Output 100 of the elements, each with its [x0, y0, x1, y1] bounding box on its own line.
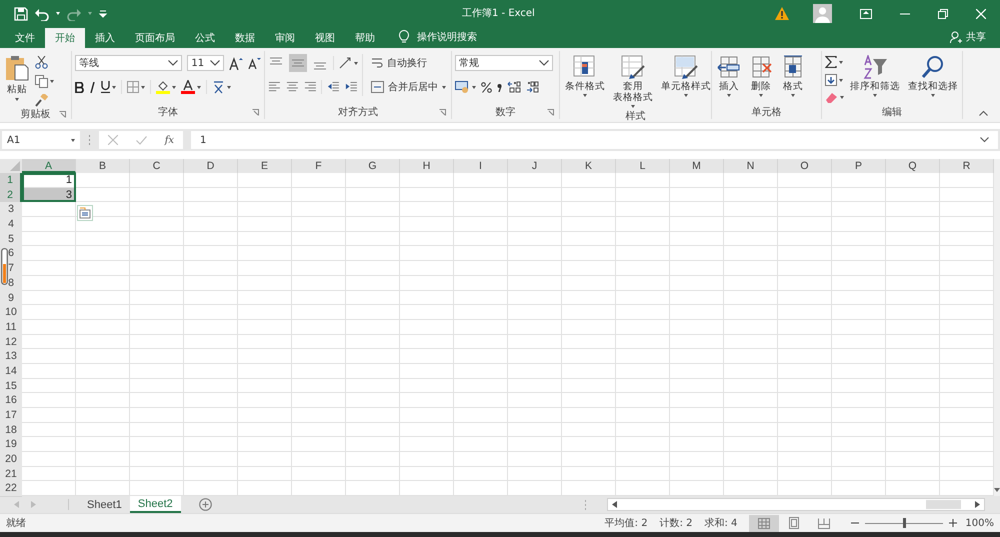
restore-icon[interactable]: [938, 8, 948, 18]
grow-font-icon[interactable]: [229, 56, 244, 70]
horizontal-scrollbar[interactable]: [607, 498, 985, 511]
decrease-indent-icon[interactable]: [327, 81, 340, 93]
dialog-launcher-icon[interactable]: [252, 109, 259, 116]
expand-icon[interactable]: [980, 137, 989, 143]
column-header[interactable]: P: [832, 159, 886, 173]
column-header[interactable]: L: [616, 159, 670, 173]
increase-indent-icon[interactable]: [345, 81, 358, 93]
row-header[interactable]: 22: [0, 481, 22, 498]
warning-icon[interactable]: [775, 7, 789, 20]
cells-button[interactable]: 格式: [779, 54, 807, 98]
scroll-right-icon[interactable]: [975, 501, 980, 508]
fill-color-icon[interactable]: [156, 80, 170, 94]
row-header[interactable]: 20: [0, 452, 22, 468]
cells-button[interactable]: 删除: [747, 54, 775, 98]
close-icon[interactable]: [976, 8, 986, 18]
caret-icon[interactable]: [354, 62, 358, 64]
currency-icon[interactable]: [455, 81, 470, 93]
normal-view-button[interactable]: [749, 514, 780, 532]
ribbon-tab[interactable]: 页面布局: [125, 28, 185, 48]
editing-button[interactable]: 查找和选择: [906, 54, 960, 98]
format-painter-icon[interactable]: [35, 94, 48, 107]
column-header[interactable]: J: [508, 159, 562, 173]
percent-icon[interactable]: [481, 82, 492, 92]
zoom-slider-thumb[interactable]: [902, 518, 906, 528]
ribbon-tab[interactable]: 开始: [45, 28, 85, 48]
column-header[interactable]: A: [22, 159, 76, 173]
autosum-icon[interactable]: [825, 56, 837, 68]
customize-icon[interactable]: [98, 8, 108, 18]
italic-icon[interactable]: [89, 82, 96, 92]
style-button[interactable]: 条件格式: [563, 54, 607, 98]
underline-icon[interactable]: [101, 81, 110, 93]
caret-icon[interactable]: [839, 60, 843, 64]
zoom-in-icon[interactable]: [949, 519, 958, 527]
caret-icon[interactable]: [197, 86, 201, 88]
row-header[interactable]: 1: [0, 173, 22, 189]
row-header[interactable]: 14: [0, 364, 22, 380]
column-header[interactable]: M: [670, 159, 724, 173]
merge-center-button[interactable]: 合并后居中: [369, 78, 448, 96]
center-icon[interactable]: [286, 81, 299, 93]
name-box[interactable]: A1: [2, 131, 80, 149]
ribbon-tab[interactable]: 公式: [185, 28, 225, 48]
ribbon-tab[interactable]: 审阅: [265, 28, 305, 48]
phonetic-icon[interactable]: [212, 80, 225, 94]
collapse-ribbon-icon[interactable]: [979, 110, 988, 116]
style-button[interactable]: 套用 表格格式: [611, 54, 655, 109]
lightbulb-icon[interactable]: [399, 30, 409, 44]
column-header[interactable]: F: [292, 159, 346, 173]
formula-input[interactable]: 1: [191, 131, 998, 149]
cells-button[interactable]: 插入: [715, 54, 743, 98]
style-button[interactable]: 单元格样式: [659, 54, 713, 98]
drag-handle-icon[interactable]: [88, 135, 91, 145]
font-size-field[interactable]: 11: [187, 55, 224, 71]
paste-button[interactable]: 粘贴: [3, 54, 31, 102]
row-header[interactable]: 4: [0, 217, 22, 233]
editing-button[interactable]: 排序和筛选: [848, 54, 902, 98]
dialog-launcher-icon[interactable]: [59, 111, 66, 118]
orientation-icon[interactable]: [339, 57, 352, 69]
add-sheet-icon[interactable]: [198, 498, 212, 511]
scroll-down-icon[interactable]: [994, 488, 1000, 492]
caret-icon[interactable]: [112, 86, 116, 88]
caret-icon[interactable]: [839, 78, 843, 82]
ribbon-tab[interactable]: 帮助: [345, 28, 385, 48]
column-header[interactable]: N: [724, 159, 778, 173]
column-header[interactable]: B: [76, 159, 130, 173]
row-header[interactable]: 19: [0, 437, 22, 454]
scroll-left-icon[interactable]: [612, 501, 617, 508]
caret-icon[interactable]: [840, 96, 844, 99]
comma-icon[interactable]: [497, 82, 502, 92]
column-header[interactable]: Q: [886, 159, 940, 173]
zoom-level[interactable]: 100%: [965, 518, 994, 528]
row-header[interactable]: 3: [0, 202, 22, 218]
caret-icon[interactable]: [141, 86, 145, 88]
align-right-icon[interactable]: [304, 81, 316, 93]
wrap-text-button[interactable]: 自动换行: [369, 54, 448, 72]
ribbon-display-icon[interactable]: [860, 8, 872, 18]
column-header[interactable]: C: [130, 159, 184, 173]
shrink-font-icon[interactable]: [248, 57, 261, 69]
person-icon[interactable]: [950, 31, 962, 43]
column-header[interactable]: G: [346, 159, 400, 173]
column-header[interactable]: I: [454, 159, 508, 173]
dialog-launcher-icon[interactable]: [547, 109, 554, 116]
ribbon-tab[interactable]: 文件: [5, 28, 45, 48]
cut-icon[interactable]: [35, 56, 48, 69]
dialog-launcher-icon[interactable]: [439, 109, 446, 116]
font-color-icon[interactable]: [181, 80, 195, 94]
ribbon-tab[interactable]: 插入: [85, 28, 125, 48]
drag-handle-icon[interactable]: [584, 500, 587, 510]
number-format-field[interactable]: 常规: [455, 55, 553, 71]
caret-icon[interactable]: [472, 86, 476, 88]
ribbon-tab[interactable]: 视图: [305, 28, 345, 48]
insert-function-button[interactable]: fx: [164, 134, 174, 146]
column-header[interactable]: E: [238, 159, 292, 173]
caret-icon[interactable]: [50, 80, 54, 83]
row-header[interactable]: 11: [0, 320, 22, 336]
quick-analysis-button[interactable]: [77, 205, 93, 222]
column-header[interactable]: K: [562, 159, 616, 173]
increase-decimal-icon[interactable]: [507, 81, 521, 93]
row-header[interactable]: 10: [0, 305, 22, 321]
